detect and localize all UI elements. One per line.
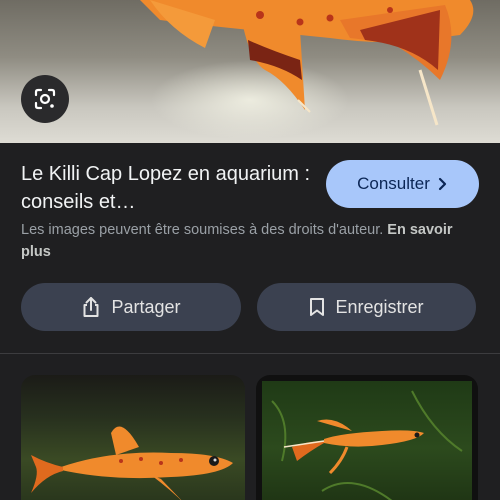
aquarium-plants-background: [262, 381, 472, 500]
chevron-right-icon: [438, 177, 446, 191]
save-button-label: Enregistrer: [335, 296, 424, 317]
share-icon: [83, 297, 99, 317]
copyright-notice: Les images peuvent être soumises à des d…: [21, 219, 461, 263]
consult-button-label: Consulter: [357, 174, 430, 193]
result-title[interactable]: Le Killi Cap Lopez en aquarium : conseil…: [21, 160, 311, 216]
section-divider: [0, 353, 500, 354]
copyright-notice-text: Les images peuvent être soumises à des d…: [21, 222, 384, 238]
google-lens-button[interactable]: [21, 75, 69, 123]
share-button[interactable]: Partager: [21, 283, 241, 331]
killifish-illustration: [140, 0, 474, 126]
killifish-thumbnail-2: [271, 390, 463, 500]
bookmark-icon: [310, 298, 325, 316]
consult-button[interactable]: Consulter: [326, 160, 479, 208]
main-result-image[interactable]: [0, 0, 500, 143]
related-image-2[interactable]: [256, 375, 478, 500]
related-image-1[interactable]: [21, 375, 245, 500]
google-lens-icon: [34, 88, 56, 110]
killifish-thumbnail-1: [31, 426, 233, 500]
share-button-label: Partager: [111, 296, 181, 317]
save-button[interactable]: Enregistrer: [257, 283, 476, 331]
